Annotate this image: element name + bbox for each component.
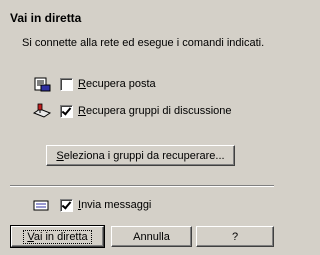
help-button[interactable]: ? — [196, 226, 274, 247]
option-fetch-mail[interactable]: Recupera posta — [32, 76, 156, 92]
newsgroup-icon — [32, 103, 52, 119]
separator — [10, 185, 274, 187]
dialog-title: Vai in diretta — [10, 11, 82, 25]
go-online-dialog: Vai in diretta Si connette alla rete ed … — [0, 0, 284, 255]
send-messages-checkbox[interactable] — [60, 198, 73, 212]
cancel-button-label: Annulla — [133, 230, 170, 243]
option-send-messages[interactable]: Invia messaggi — [32, 197, 151, 213]
go-online-button[interactable]: Vai in diretta — [10, 225, 105, 248]
outbox-icon — [32, 197, 52, 213]
go-online-button-label: Vai in diretta — [23, 229, 92, 244]
select-groups-button[interactable]: Seleziona i gruppi da recuperare... — [46, 145, 235, 166]
send-messages-label: Invia messaggi — [78, 199, 152, 211]
help-button-label: ? — [231, 230, 239, 243]
fetch-newsgroups-checkbox[interactable] — [60, 104, 73, 118]
fetch-mail-label: Recupera posta — [78, 78, 156, 90]
cancel-button[interactable]: Annulla — [111, 226, 192, 247]
mail-icon — [32, 76, 52, 92]
select-groups-button-label: Seleziona i gruppi da recuperare... — [56, 149, 225, 162]
fetch-mail-checkbox[interactable] — [60, 77, 73, 91]
fetch-newsgroups-label: Recupera gruppi di discussione — [78, 105, 232, 117]
option-fetch-newsgroups[interactable]: Recupera gruppi di discussione — [32, 103, 232, 119]
dialog-description: Si connette alla rete ed esegue i comand… — [22, 37, 265, 49]
